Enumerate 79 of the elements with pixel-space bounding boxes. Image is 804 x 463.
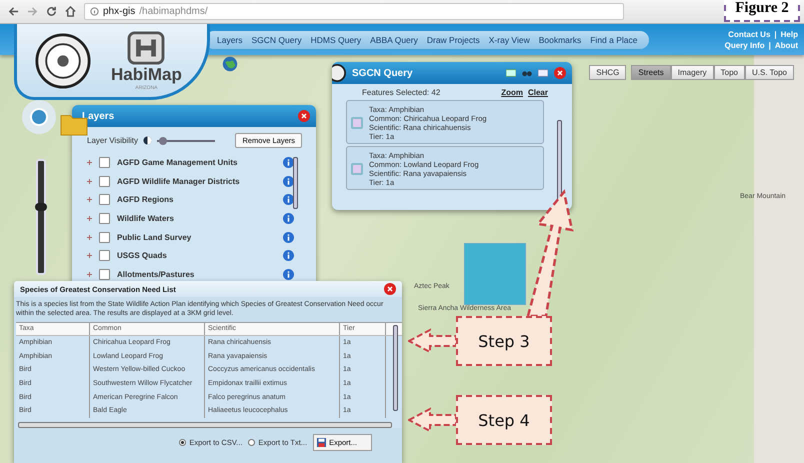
table-icon[interactable]	[538, 69, 548, 77]
close-icon[interactable]	[298, 110, 310, 122]
page-info-icon	[90, 7, 99, 16]
info-icon[interactable]	[283, 250, 294, 262]
features-selected-count: Features Selected: 42	[362, 88, 440, 97]
expand-icon[interactable]	[87, 234, 92, 240]
nav-link[interactable]: ABBA Query	[370, 34, 418, 44]
basemap-button[interactable]: Streets	[631, 65, 671, 80]
layer-checkbox[interactable]	[99, 156, 110, 168]
link-separator: |	[768, 40, 771, 50]
horizontal-scroll-bar[interactable]	[18, 422, 392, 428]
radio-button[interactable]	[179, 439, 186, 446]
layer-checkbox[interactable]	[99, 176, 110, 187]
layer-checkbox[interactable]	[99, 212, 110, 224]
scroll-bar[interactable]	[293, 157, 298, 209]
address-field[interactable]: phx-gis /habimaphdms/	[84, 3, 624, 20]
nav-link[interactable]: Layers	[217, 34, 243, 44]
info-icon[interactable]	[283, 156, 294, 168]
binoculars-icon[interactable]	[522, 69, 532, 77]
table-icon[interactable]	[506, 69, 516, 77]
nav-link[interactable]: Bookmarks	[538, 34, 582, 44]
expand-icon[interactable]	[87, 253, 92, 258]
expand-icon[interactable]	[87, 197, 92, 202]
scroll-bar[interactable]	[393, 325, 398, 411]
nav-link[interactable]: SGCN Query	[252, 34, 302, 44]
zoom-slider[interactable]	[36, 159, 46, 275]
layer-name: AGFD Regions	[117, 195, 174, 204]
visibility-label: Layer Visibility	[87, 136, 138, 145]
nav-link[interactable]: Find a Place	[590, 34, 638, 44]
result-marker-icon	[351, 163, 363, 175]
layer-name: Allotments/Pastures	[117, 270, 196, 279]
seal-logo-icon	[35, 32, 91, 88]
basemap-button[interactable]: Imagery	[670, 65, 714, 80]
expand-icon[interactable]	[87, 272, 92, 277]
nav-link[interactable]: HDMS Query	[310, 34, 362, 44]
seal-logo-icon	[332, 64, 346, 82]
basemap-button[interactable]: SHCG	[589, 65, 626, 80]
expand-icon[interactable]	[87, 216, 92, 221]
layer-name: AGFD Game Management Units	[117, 158, 238, 167]
back-arrow-icon[interactable]	[8, 6, 19, 17]
reload-icon[interactable]	[46, 6, 57, 17]
layer-checkbox[interactable]	[99, 194, 110, 206]
info-icon[interactable]	[283, 212, 294, 224]
slider-thumb[interactable]	[159, 136, 168, 144]
link-separator: |	[774, 30, 777, 38]
half-circle-icon	[142, 136, 152, 145]
expand-icon[interactable]	[87, 178, 92, 184]
layer-name: AGFD Wildlife Manager Districts	[117, 176, 241, 186]
close-icon[interactable]	[554, 67, 566, 79]
dashed-arrow	[408, 328, 458, 354]
zoom-slider-thumb[interactable]	[35, 202, 47, 211]
basemap-button[interactable]: Topo	[714, 65, 746, 80]
layer-checkbox[interactable]	[99, 232, 110, 243]
radio-button[interactable]	[248, 439, 256, 446]
home-icon[interactable]	[65, 6, 76, 17]
h-logo-icon	[126, 30, 166, 64]
info-icon[interactable]	[283, 232, 294, 243]
nav-link[interactable]: X-ray View	[488, 34, 530, 44]
panel-title: SGCN Query	[352, 68, 414, 78]
step-callout: Step 3	[456, 316, 552, 366]
step-callout: Step 4	[456, 395, 552, 445]
figure-label: Figure 2	[724, 0, 800, 22]
layer-name: Wildlife Waters	[117, 214, 175, 223]
expand-icon[interactable]	[87, 160, 92, 165]
logo-text: HabiMap	[111, 64, 182, 84]
layer-checkbox[interactable]	[99, 250, 110, 262]
zoom-link[interactable]: Zoom	[501, 88, 523, 97]
clear-link[interactable]: Clear	[528, 88, 548, 97]
layer-name: Public Land Survey	[117, 232, 192, 242]
selected-area-square	[464, 243, 526, 305]
dashed-arrow	[408, 407, 458, 433]
layer-checkbox[interactable]	[99, 268, 110, 280]
scroll-bar[interactable]	[557, 120, 562, 202]
layer-name: USGS Quads	[117, 251, 168, 260]
close-icon[interactable]	[384, 283, 396, 295]
nav-link[interactable]: Draw Projects	[426, 34, 480, 44]
result-marker-icon	[351, 117, 363, 129]
info-icon[interactable]	[283, 268, 294, 280]
basemap-button[interactable]: U.S. Topo	[745, 65, 794, 80]
